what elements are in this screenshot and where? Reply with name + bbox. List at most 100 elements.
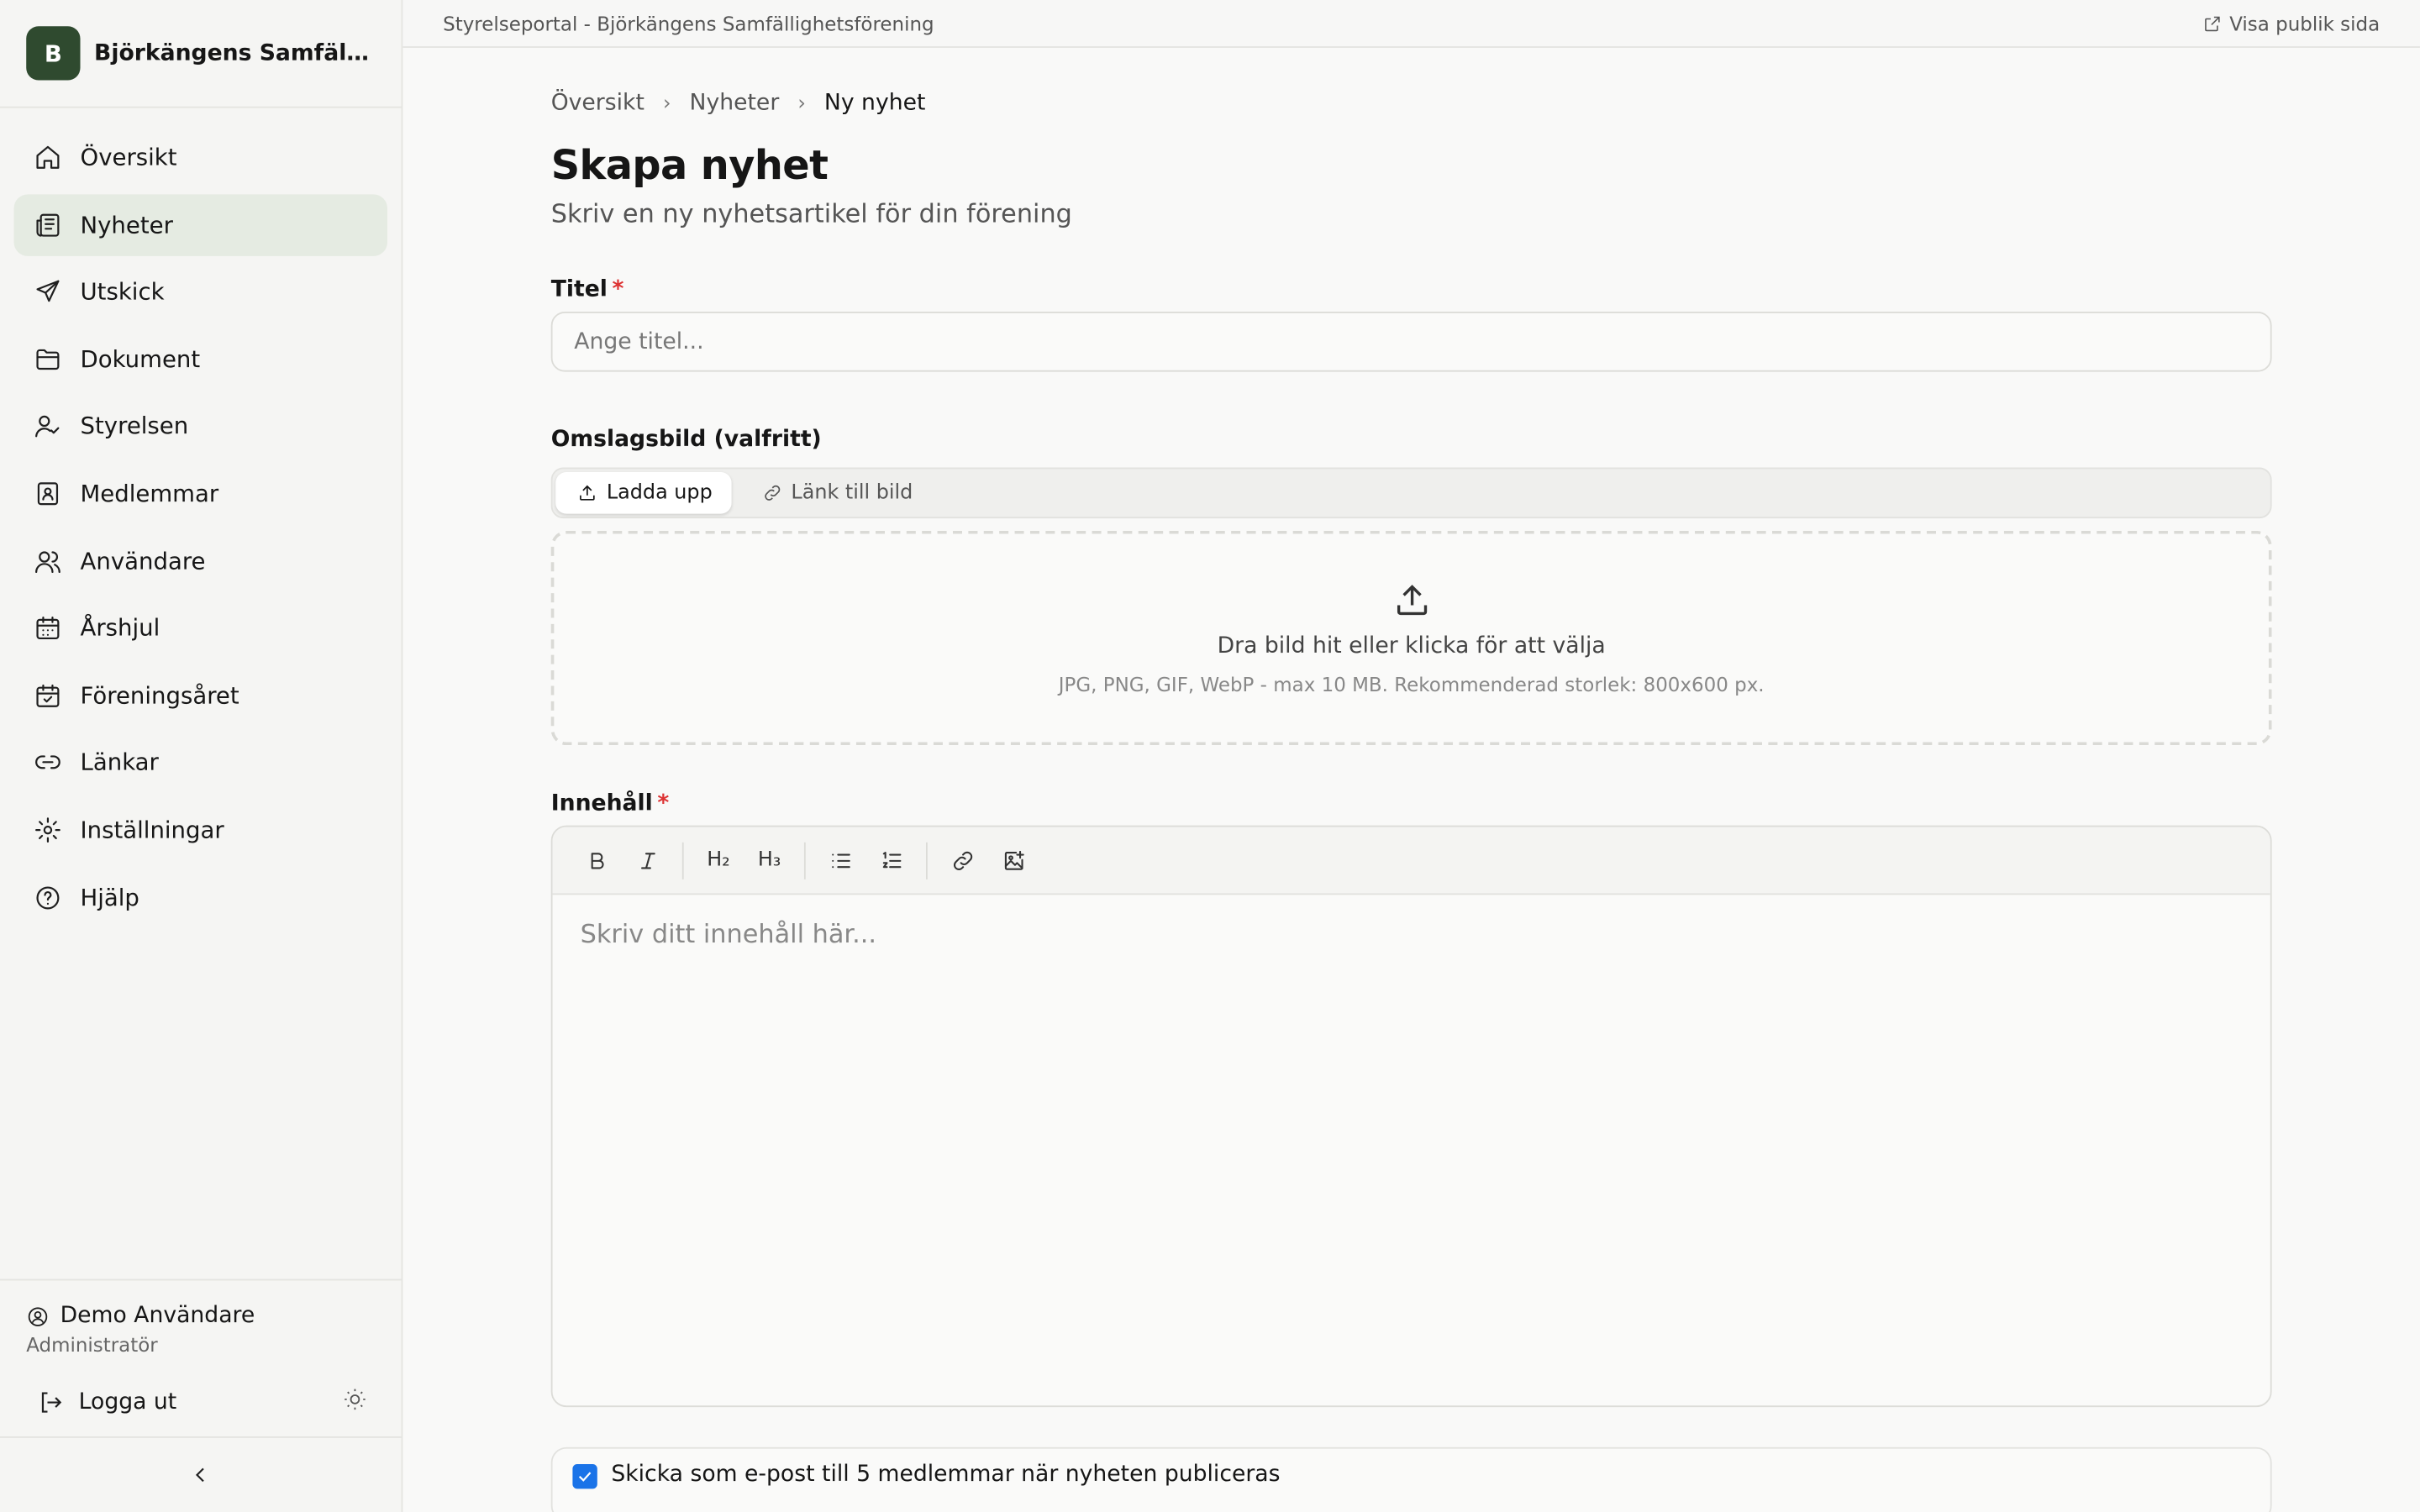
- brand[interactable]: B Björkängens Samfällig...: [0, 0, 402, 108]
- link-icon: [33, 748, 64, 779]
- link-icon: [764, 485, 780, 501]
- email-notify-checkbox[interactable]: [572, 1464, 597, 1489]
- user-name-row: Demo Användare: [26, 1304, 375, 1328]
- tab-image-link[interactable]: Länk till bild: [740, 472, 932, 514]
- required-mark: *: [612, 277, 624, 302]
- content-placeholder: Skriv ditt innehåll här...: [580, 919, 876, 949]
- sidebar-item-dokument[interactable]: Dokument: [14, 328, 387, 390]
- link-icon: [953, 850, 972, 870]
- toolbar-divider: [803, 841, 806, 879]
- breadcrumb: Översikt › Nyheter › Ny nyhet: [551, 91, 2272, 115]
- cover-image-label: Omslagsbild (valfritt): [550, 427, 822, 453]
- main-content: Översikt › Nyheter › Ny nyhet Skapa nyhe…: [550, 48, 2272, 1512]
- check-icon: [578, 1472, 592, 1482]
- rich-text-editor: H₂ H₃ Skriv ditt innehåll här...: [550, 825, 2272, 1408]
- app-root: B Björkängens Samfällig... Översikt Nyhe…: [0, 0, 2420, 1512]
- calendar-check-icon: [33, 680, 64, 711]
- insert-image-button[interactable]: [987, 837, 1039, 883]
- sidebar-footer: Demo Användare Administratör Logga ut: [0, 1278, 402, 1512]
- sidebar-item-label: Översikt: [80, 143, 177, 171]
- italic-button[interactable]: [622, 837, 673, 883]
- public-link-label: Visa publik sida: [2229, 11, 2381, 35]
- sidebar-item-utskick[interactable]: Utskick: [14, 261, 387, 323]
- folder-icon: [33, 344, 64, 375]
- numbered-list-button[interactable]: [865, 837, 917, 883]
- sidebar-item-hjalp[interactable]: Hjälp: [14, 866, 387, 927]
- upload-icon: [1397, 585, 1427, 616]
- sidebar-item-styrelsen[interactable]: Styrelsen: [14, 396, 387, 457]
- breadcrumb-current: Ny nyhet: [823, 91, 926, 116]
- logout-label: Logga ut: [78, 1389, 177, 1415]
- page-subtitle: Skriv en ny nyhetsartikel för din föreni…: [550, 198, 1072, 228]
- chevron-right-icon: ›: [662, 92, 671, 115]
- tab-upload[interactable]: Ladda upp: [555, 472, 731, 514]
- sidebar-item-label: Hjälp: [80, 883, 139, 911]
- heading2-button[interactable]: H₂: [693, 837, 744, 883]
- logout-button[interactable]: Logga ut: [37, 1389, 176, 1416]
- logout-icon: [41, 1392, 62, 1413]
- theme-toggle-sun-icon[interactable]: [343, 1387, 367, 1418]
- bullet-list-button[interactable]: [815, 837, 866, 883]
- bullet-list-icon: [831, 853, 850, 868]
- logout-row: Logga ut: [0, 1368, 402, 1438]
- brand-name: Björkängens Samfällig...: [94, 40, 372, 66]
- sidebar-item-medlemmar[interactable]: Medlemmar: [14, 463, 387, 524]
- cover-image-tabs: Ladda upp Länk till bild: [550, 467, 2272, 519]
- public-site-link[interactable]: Visa publik sida: [2202, 11, 2381, 35]
- sidebar-item-label: Utskick: [80, 277, 165, 307]
- sidebar-item-label: Dokument: [80, 345, 201, 374]
- dropzone-hint: JPG, PNG, GIF, WebP - max 10 MB. Rekomme…: [1058, 672, 1765, 696]
- sidebar-item-label: Nyheter: [80, 210, 173, 239]
- brand-logo: B: [26, 26, 81, 81]
- sidebar-item-label: Användare: [80, 547, 206, 575]
- bold-button[interactable]: [571, 837, 623, 883]
- collapse-sidebar-button[interactable]: [0, 1438, 402, 1512]
- sidebar-item-lankar[interactable]: Länkar: [14, 732, 387, 793]
- sidebar-item-installningar[interactable]: Inställningar: [14, 799, 387, 860]
- sidebar-item-label: Inställningar: [80, 816, 224, 844]
- sidebar-item-anvandare[interactable]: Användare: [14, 530, 387, 591]
- required-mark: *: [657, 791, 670, 816]
- breadcrumb-item-nyheter[interactable]: Nyheter: [690, 91, 780, 115]
- help-circle-icon: [33, 882, 64, 913]
- users-icon: [33, 545, 64, 576]
- page-title: Skapa nyhet: [550, 143, 829, 190]
- bold-icon: [590, 852, 603, 869]
- sidebar: B Björkängens Samfällig... Översikt Nyhe…: [0, 0, 403, 1512]
- sidebar-item-oversikt[interactable]: Översikt: [14, 127, 387, 188]
- title-label-text: Titel: [550, 277, 608, 302]
- sidebar-item-label: Årshjul: [80, 614, 160, 643]
- insert-link-button[interactable]: [937, 837, 988, 883]
- external-link-icon: [2204, 15, 2219, 31]
- user-name: Demo Användare: [60, 1304, 255, 1329]
- sidebar-item-nyheter[interactable]: Nyheter: [13, 193, 388, 256]
- contact-book-icon: [33, 478, 64, 509]
- sidebar-item-label: Länkar: [80, 748, 159, 777]
- italic-icon: [640, 852, 655, 869]
- sidebar-item-foreningsaret[interactable]: Föreningsåret: [14, 664, 387, 726]
- editor-toolbar: H₂ H₃: [552, 827, 2270, 895]
- sidebar-item-label: Medlemmar: [80, 480, 219, 508]
- send-icon: [33, 276, 64, 307]
- chevron-left-icon: [195, 1467, 204, 1483]
- dropzone-text: Dra bild hit eller klicka för att välja: [1217, 633, 1606, 659]
- chevron-right-icon: ›: [797, 92, 806, 115]
- toolbar-divider: [926, 841, 928, 879]
- tab-upload-label: Ladda upp: [606, 481, 713, 505]
- title-input-placeholder: Ange titel...: [574, 329, 704, 354]
- breadcrumb-item-oversikt[interactable]: Översikt: [551, 91, 644, 115]
- sidebar-item-arshjul[interactable]: Årshjul: [14, 597, 387, 659]
- content-editor-area[interactable]: Skriv ditt innehåll här...: [553, 895, 2270, 974]
- content-label-text: Innehåll: [550, 791, 653, 816]
- home-icon: [33, 142, 64, 173]
- heading3-button[interactable]: H₃: [744, 837, 795, 883]
- image-dropzone[interactable]: Dra bild hit eller klicka för att välja …: [550, 530, 2272, 746]
- email-notify-label: Skicka som e-post till 5 medlemmar när n…: [611, 1462, 1281, 1488]
- user-check-icon: [33, 411, 64, 442]
- calendar-grid-icon: [33, 612, 64, 643]
- sidebar-item-label: Styrelsen: [80, 412, 189, 441]
- title-input[interactable]: Ange titel...: [550, 312, 2272, 372]
- title-field-label: Titel *: [551, 278, 2272, 302]
- user-role: Administratör: [26, 1332, 158, 1357]
- upload-icon: [580, 485, 595, 501]
